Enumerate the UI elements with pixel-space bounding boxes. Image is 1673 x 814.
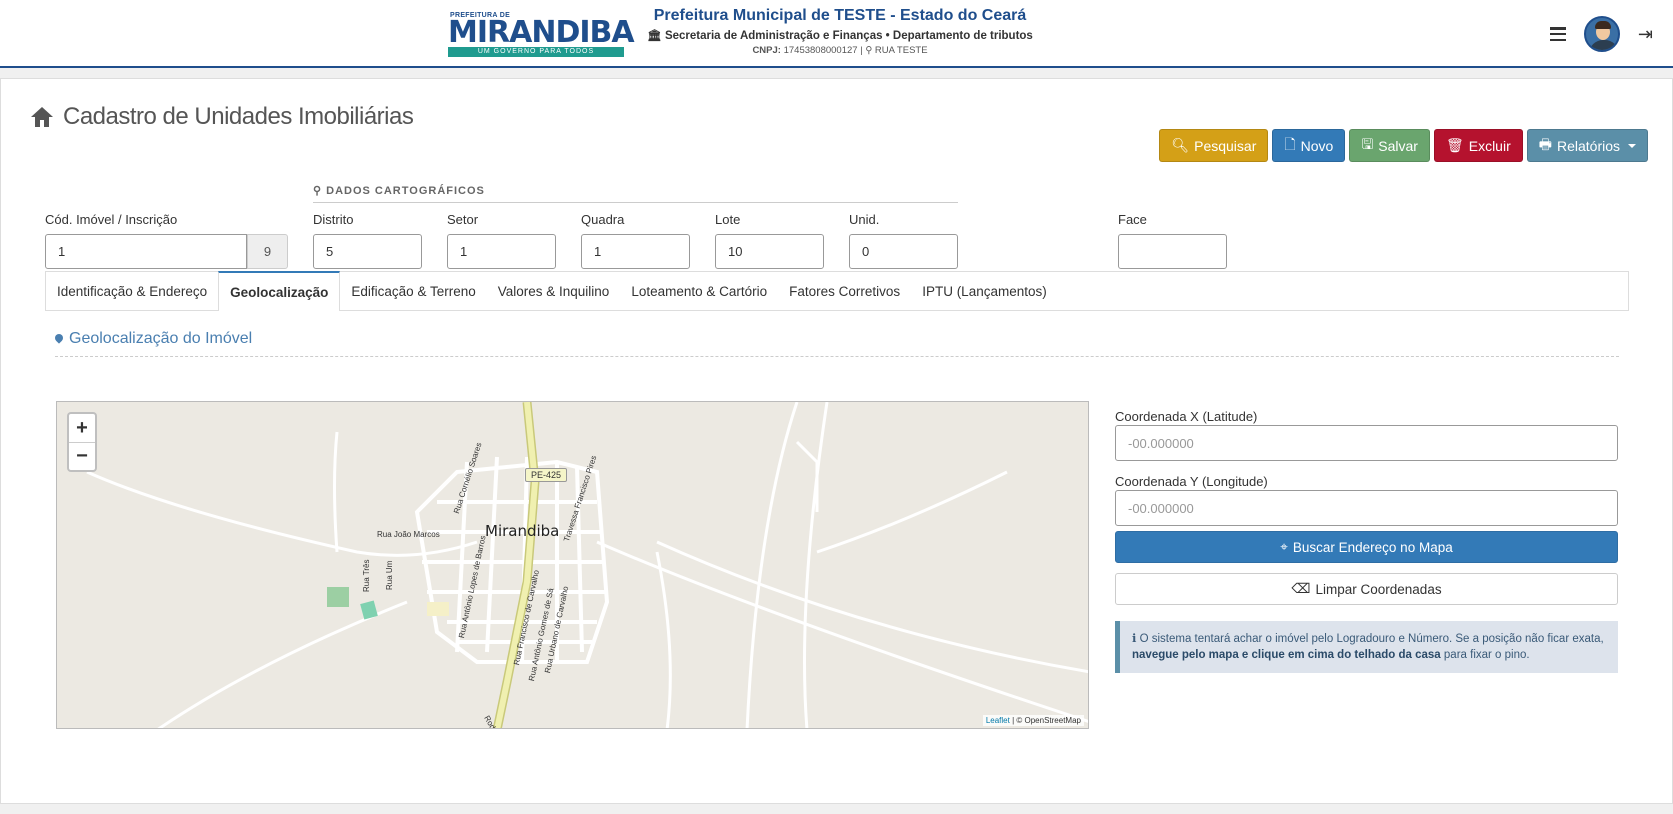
clear-coordinates-button[interactable]: ⌫ Limpar Coordenadas <box>1115 573 1618 605</box>
cod-label: Cód. Imóvel / Inscrição <box>45 212 178 227</box>
tab-bar: Identificação & Endereço Geolocalização … <box>45 271 1629 311</box>
attribution-text: | © OpenStreetMap <box>1012 716 1081 725</box>
menu-icon[interactable] <box>1549 27 1566 41</box>
new-button[interactable]: 🗋 Novo <box>1272 129 1346 162</box>
map-marker-icon: ⚲ <box>313 185 327 197</box>
header-subtitle: 🏛 Secretaria de Administração e Finanças… <box>640 28 1040 42</box>
search-button[interactable]: 🔍︎ Pesquisar <box>1159 129 1269 162</box>
top-bar: PREFEITURA DE MIRANDIBA UM GOVERNO PARA … <box>0 0 1673 68</box>
header-title: Prefeitura Municipal de TESTE - Estado d… <box>653 7 1027 24</box>
cod-input[interactable]: 1 <box>45 234 247 269</box>
chevron-down-icon <box>1628 143 1636 148</box>
home-icon <box>31 107 53 127</box>
search-button-label: Pesquisar <box>1194 137 1257 154</box>
unid-label: Unid. <box>849 212 880 227</box>
face-input[interactable] <box>1118 234 1227 269</box>
map-marker-icon <box>55 334 63 345</box>
section-title: Geolocalização do Imóvel <box>55 330 1619 357</box>
floppy-icon: 🖫 <box>1361 135 1374 152</box>
section-title-text: Geolocalização do Imóvel <box>69 330 253 347</box>
unid-input[interactable]: 0 <box>849 234 958 269</box>
setor-label: Setor <box>447 212 479 227</box>
lng-input[interactable]: -00.000000 <box>1115 490 1618 526</box>
tab-valores[interactable]: Valores & Inquilino <box>487 272 621 310</box>
info-icon: ℹ <box>1132 633 1137 645</box>
save-button[interactable]: 🖫 Salvar <box>1349 129 1430 162</box>
page-title-text: Cadastro de Unidades Imobiliárias <box>63 103 414 130</box>
map-attribution: Leaflet | © OpenStreetMap <box>982 715 1084 726</box>
search-icon: 🔍︎ <box>1171 137 1190 153</box>
header-address: RUA TESTE <box>874 45 928 56</box>
tab-geolocalizacao[interactable]: Geolocalização <box>218 271 341 311</box>
new-button-label: Novo <box>1300 137 1334 154</box>
quadra-input[interactable]: 1 <box>581 234 690 269</box>
print-icon: 🖶 <box>1538 135 1552 152</box>
trash-icon: 🗑 <box>1445 137 1464 153</box>
map[interactable]: PE-425 Mirandiba Rua João Marcos Rua Cor… <box>56 401 1089 729</box>
map-street-label: Rua Três <box>362 559 371 592</box>
distrito-label: Distrito <box>313 212 354 227</box>
map-tiles <box>86 402 1088 728</box>
reports-button[interactable]: 🖶 Relatórios <box>1526 129 1648 162</box>
header-info: CNPJ: 17453808000127 | ⚲ RUA TESTE <box>640 45 1040 56</box>
delete-button-label: Excluir <box>1468 137 1511 154</box>
find-address-button[interactable]: ⌖ Buscar Endereço no Mapa <box>1115 531 1618 563</box>
map-street-label: Rua Um <box>385 560 394 590</box>
attribution-link[interactable]: Leaflet <box>986 716 1010 725</box>
map-zoom-control: + − <box>67 412 97 472</box>
top-icons: ⇥ <box>1549 16 1653 52</box>
note-text-end: para fixar o pino. <box>1443 649 1530 661</box>
distrito-input[interactable]: 5 <box>313 234 422 269</box>
info-note: ℹ O sistema tentará achar o imóvel pelo … <box>1115 621 1618 673</box>
logo-main-letters: MIRANDIBA <box>448 15 635 50</box>
face-label: Face <box>1118 212 1147 227</box>
clear-coordinates-label: Limpar Coordenadas <box>1315 581 1442 597</box>
tab-edificacao[interactable]: Edificação & Terreno <box>340 272 486 310</box>
tab-fatores[interactable]: Fatores Corretivos <box>778 272 911 310</box>
lng-label: Coordenada Y (Longitude) <box>1115 474 1268 489</box>
file-icon: 🗋 <box>1284 135 1296 152</box>
lote-label: Lote <box>715 212 741 227</box>
tab-loteamento[interactable]: Loteamento & Cartório <box>620 272 778 310</box>
delete-button[interactable]: 🗑 Excluir <box>1433 129 1523 162</box>
header-subtitle-text: Secretaria de Administração e Finanças •… <box>664 30 1033 42</box>
tab-iptu[interactable]: IPTU (Lançamentos) <box>911 272 1058 310</box>
quadra-label: Quadra <box>581 212 625 227</box>
cnpj-value: 17453808000127 <box>783 45 858 56</box>
logout-icon[interactable]: ⇥ <box>1638 24 1653 45</box>
lote-input[interactable]: 10 <box>715 234 824 269</box>
map-marker-icon: ⚲ <box>865 45 873 56</box>
carto-heading-text: DADOS CARTOGRÁFICOS <box>326 185 485 197</box>
crosshair-icon: ⌖ <box>1280 539 1288 554</box>
toolbar: 🔍︎ Pesquisar 🗋 Novo 🖫 Salvar 🗑 Excluir 🖶… <box>1159 129 1648 162</box>
zoom-in-button[interactable]: + <box>69 414 95 442</box>
cnpj-label: CNPJ: <box>752 45 781 56</box>
highway-shield: PE-425 <box>525 468 568 482</box>
page-title: Cadastro de Unidades Imobiliárias <box>31 103 414 131</box>
bank-icon: 🏛 <box>647 30 662 42</box>
logo-main-text: MIRANDIBA <box>448 15 635 50</box>
find-address-label: Buscar Endereço no Mapa <box>1292 539 1453 555</box>
map-street-label: Rua João Marcos <box>377 530 440 539</box>
note-bold-text: navegue pelo mapa e clique em cima do te… <box>1132 649 1441 661</box>
zoom-out-button[interactable]: − <box>69 442 95 470</box>
logo: PREFEITURA DE MIRANDIBA UM GOVERNO PARA … <box>448 12 635 58</box>
setor-input[interactable]: 1 <box>447 234 556 269</box>
eraser-icon: ⌫ <box>1291 581 1311 596</box>
note-text: O sistema tentará achar o imóvel pelo Lo… <box>1139 633 1604 645</box>
header-title-block: Prefeitura Municipal de TESTE - Estado d… <box>640 7 1040 56</box>
main-panel: Cadastro de Unidades Imobiliárias 🔍︎ Pes… <box>0 78 1673 804</box>
lat-label: Coordenada X (Latitude) <box>1115 409 1258 424</box>
avatar[interactable] <box>1583 16 1620 52</box>
lat-input[interactable]: -00.000000 <box>1115 425 1618 461</box>
cod-check-digit: 9 <box>247 234 288 269</box>
logo-tagline: UM GOVERNO PARA TODOS <box>448 47 624 57</box>
tab-identificacao[interactable]: Identificação & Endereço <box>46 272 218 310</box>
save-button-label: Salvar <box>1378 137 1418 154</box>
reports-button-label: Relatórios <box>1556 137 1620 154</box>
carto-heading: ⚲ DADOS CARTOGRÁFICOS <box>313 184 958 203</box>
map-town-label: Mirandiba <box>485 522 560 540</box>
